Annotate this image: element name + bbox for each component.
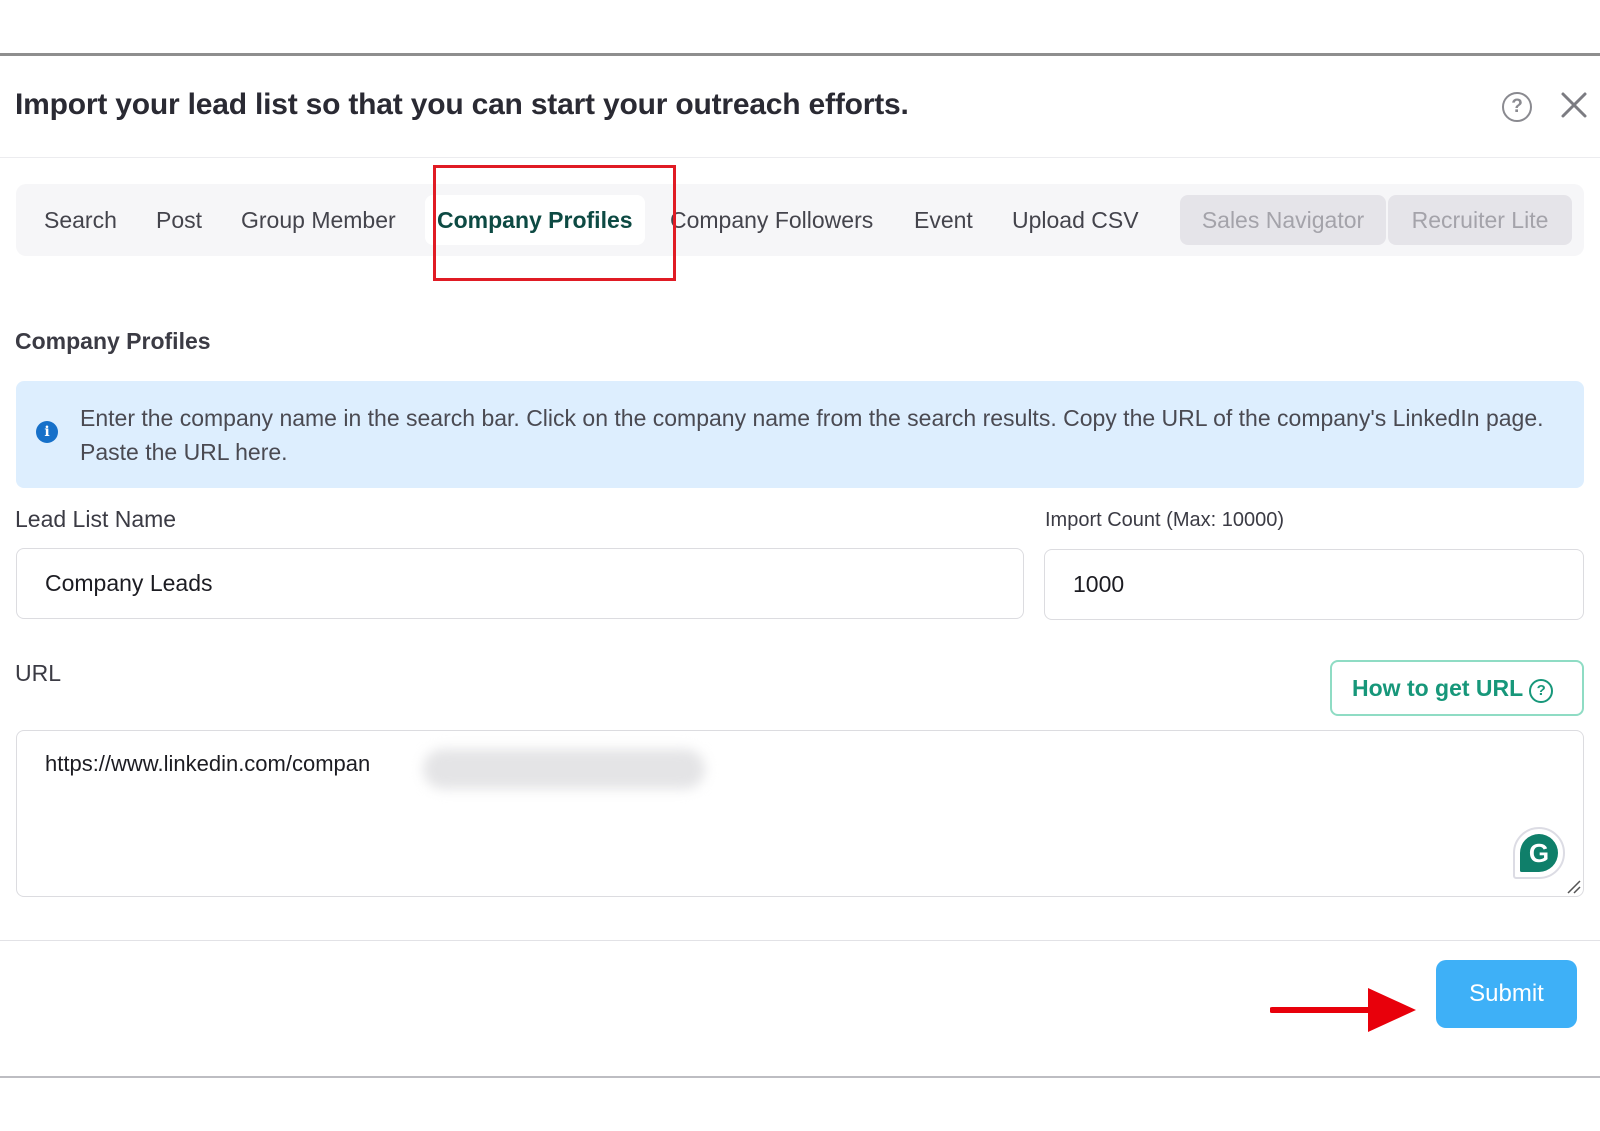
import-count-label: Import Count (Max: 10000) <box>1045 509 1284 531</box>
modal-bottom-border <box>0 1076 1600 1078</box>
lead-list-name-label: Lead List Name <box>15 506 177 532</box>
info-text: Enter the company name in the search bar… <box>80 405 1544 465</box>
import-lead-list-modal: Import your lead list so that you can st… <box>0 56 1600 1076</box>
tab-post[interactable]: Post <box>144 195 214 245</box>
resize-handle-icon[interactable] <box>1565 878 1581 894</box>
question-circle-icon[interactable]: ? <box>1502 92 1532 122</box>
grammarly-icon[interactable]: G <box>1513 827 1565 879</box>
info-banner: i Enter the company name in the search b… <box>16 381 1584 488</box>
footer-divider <box>0 940 1600 941</box>
url-label: URL <box>15 660 62 686</box>
tab-recruiter-lite[interactable]: Recruiter Lite <box>1388 195 1572 245</box>
annotation-arrow-icon <box>1269 986 1420 1034</box>
grammarly-g-glyph: G <box>1520 834 1558 872</box>
modal-title: Import your lead list so that you can st… <box>15 88 909 121</box>
annotation-highlight-box <box>433 165 676 281</box>
submit-button[interactable]: Submit <box>1436 960 1577 1028</box>
url-value: https://www.linkedin.com/compan <box>45 751 371 776</box>
lead-list-name-input[interactable]: Company Leads <box>16 548 1024 619</box>
import-count-input[interactable]: 1000 <box>1044 549 1584 620</box>
close-icon[interactable] <box>1557 88 1591 122</box>
tab-search[interactable]: Search <box>32 195 129 245</box>
tab-group-member[interactable]: Group Member <box>229 195 408 245</box>
how-to-get-url-button[interactable]: How to get URL? <box>1330 660 1584 716</box>
url-textarea[interactable]: https://www.linkedin.com/compan G <box>16 730 1584 897</box>
section-title: Company Profiles <box>15 328 211 354</box>
import-source-tabs: Search Post Group Member Company Profile… <box>16 184 1584 256</box>
tab-event[interactable]: Event <box>902 195 985 245</box>
tab-upload-csv[interactable]: Upload CSV <box>1000 195 1151 245</box>
info-icon: i <box>36 421 58 443</box>
how-to-get-url-label: How to get URL <box>1352 675 1524 701</box>
modal-header: Import your lead list so that you can st… <box>0 56 1600 158</box>
tab-sales-navigator[interactable]: Sales Navigator <box>1180 195 1386 245</box>
question-circle-icon: ? <box>1529 679 1554 703</box>
redacted-blur <box>423 749 705 789</box>
tab-company-followers[interactable]: Company Followers <box>658 195 885 245</box>
